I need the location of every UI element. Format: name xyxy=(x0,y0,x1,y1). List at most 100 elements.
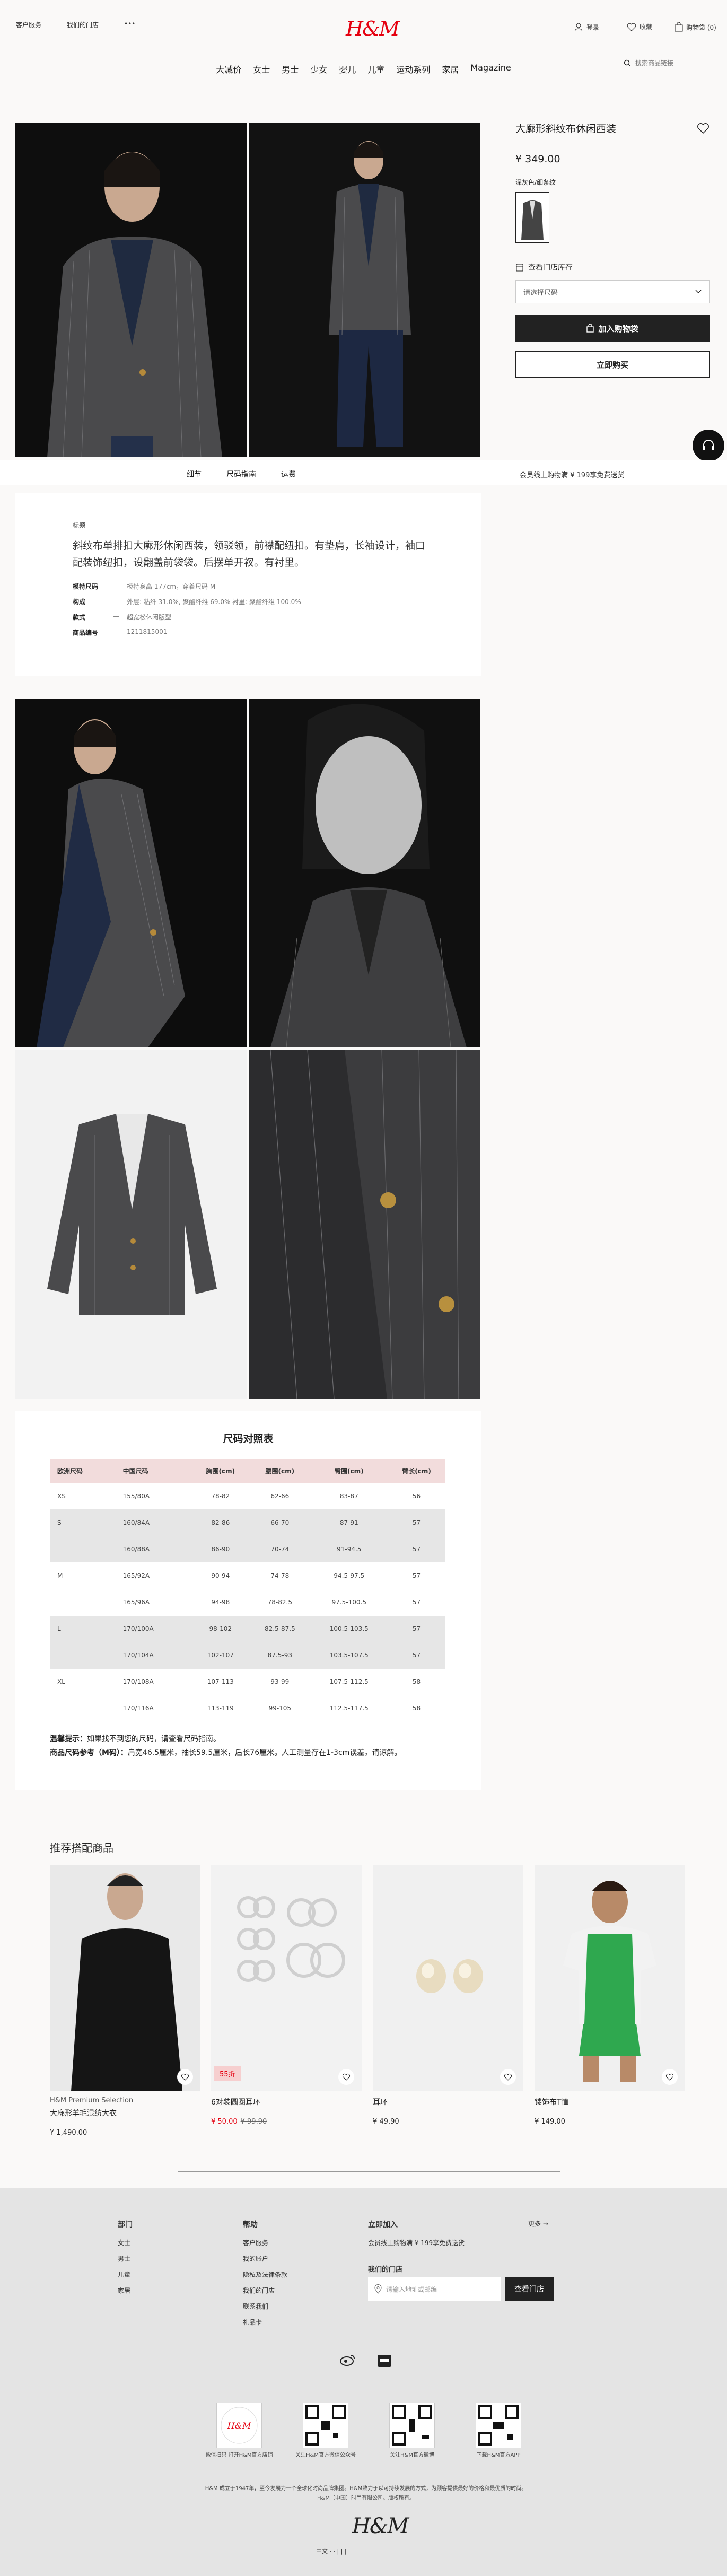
store-stock-link[interactable]: 查看门店库存 xyxy=(515,262,710,273)
flat-blazer-figure xyxy=(15,1050,247,1399)
footer-link[interactable]: 家居 xyxy=(118,2286,133,2295)
size-cell-arm: 58 xyxy=(412,1705,421,1712)
footer-link[interactable]: 客户服务 xyxy=(243,2238,287,2247)
find-store-button[interactable]: 查看门店 xyxy=(505,2277,554,2301)
footer-join: 立即加入 会员线上购物满 ¥ 199享免费送货 xyxy=(368,2221,465,2247)
weibo-icon[interactable] xyxy=(339,2354,355,2367)
product-image-2[interactable] xyxy=(249,123,480,457)
size-cell-eu xyxy=(50,1695,116,1722)
product-card[interactable]: 镂饰布T恤 ¥ 149.00 xyxy=(535,1865,685,2126)
product-card-image[interactable] xyxy=(50,1865,200,2091)
card-favorite-button[interactable] xyxy=(500,2069,516,2085)
app-store-icon[interactable] xyxy=(378,2355,391,2367)
product-image-3[interactable] xyxy=(15,699,247,1047)
nav-magazine[interactable]: Magazine xyxy=(470,63,511,78)
footer-link[interactable]: 我的账户 xyxy=(243,2254,287,2263)
footer-logo: H&M xyxy=(352,2514,409,2538)
location-pin-icon xyxy=(374,2284,382,2294)
product-card-image[interactable]: 55折 xyxy=(211,1865,362,2091)
size-cell-arm: 57 xyxy=(412,1599,421,1606)
our-stores-link[interactable]: 我们的门店 xyxy=(67,20,99,29)
footer-link[interactable]: 女士 xyxy=(118,2238,133,2247)
brand-logo[interactable]: H&M xyxy=(346,17,400,40)
nav-women[interactable]: 女士 xyxy=(253,63,270,78)
model-front-figure xyxy=(15,123,247,457)
swatch-thumbnail xyxy=(516,193,549,242)
description-label: 标题 xyxy=(73,522,86,529)
size-cell-cn: 165/92A xyxy=(122,1572,150,1579)
footer-link[interactable]: 联系我们 xyxy=(243,2302,287,2311)
favorites-link[interactable]: 收藏 xyxy=(627,22,652,31)
tab-details[interactable]: 细节 xyxy=(187,469,202,479)
qr-caption: 关注H&M官方微博 xyxy=(390,2452,434,2458)
product-card[interactable]: H&M Premium Selection 大廓形羊毛混纺大衣 ¥ 1,490.… xyxy=(50,1865,200,2137)
size-cell-arm: 58 xyxy=(412,1678,421,1686)
nav-sport[interactable]: 运动系列 xyxy=(396,63,430,78)
footer-departments: 部门 女士 男士 儿童 家居 xyxy=(118,2221,133,2295)
footer-link[interactable]: 礼品卡 xyxy=(243,2318,287,2327)
language-selector[interactable]: 中文 · · | | | xyxy=(316,2547,347,2555)
footer-link[interactable]: 隐私及法律条款 xyxy=(243,2270,287,2279)
tab-shipping[interactable]: 运费 xyxy=(281,469,296,479)
nav-kids[interactable]: 儿童 xyxy=(367,63,384,78)
search-input[interactable] xyxy=(635,59,715,67)
cart-label: 购物袋 (0) xyxy=(686,23,716,31)
size-row: M 165/92A 90-94 74-78 94.5-97.5 57 xyxy=(50,1562,445,1589)
size-cell-cn: 160/88A xyxy=(115,1536,192,1562)
size-cell-eu: S xyxy=(50,1509,116,1536)
size-cell-eu: XL xyxy=(57,1678,65,1686)
product-image-4[interactable] xyxy=(249,699,480,1047)
card-name[interactable]: 耳环 xyxy=(373,2097,523,2107)
footer-more-link[interactable]: 更多 → xyxy=(528,2219,548,2228)
nav-men[interactable]: 男士 xyxy=(282,63,299,78)
product-card[interactable]: 耳环 ¥ 49.90 xyxy=(373,1865,523,2126)
tab-size-guide[interactable]: 尺码指南 xyxy=(226,469,256,479)
card-name[interactable]: 大廓形羊毛混纺大衣 xyxy=(50,2108,200,2118)
card-favorite-button[interactable] xyxy=(177,2069,193,2085)
add-to-bag-button[interactable]: 加入购物袋 xyxy=(515,315,710,342)
product-image-1[interactable] xyxy=(15,123,247,457)
cart-link[interactable]: 购物袋 (0) xyxy=(675,22,716,32)
product-image-5[interactable] xyxy=(15,1050,247,1399)
store-search-field[interactable]: 请输入地址或邮编 xyxy=(368,2277,501,2301)
heart-icon xyxy=(181,2073,189,2081)
kid-tshirt-figure xyxy=(535,1865,685,2091)
card-favorite-button[interactable] xyxy=(338,2069,354,2085)
footer-link[interactable]: 男士 xyxy=(118,2254,133,2263)
join-text: 会员线上购物满 ¥ 199享免费送货 xyxy=(368,2239,465,2247)
product-card-image[interactable] xyxy=(373,1865,523,2091)
buy-now-button[interactable]: 立即购买 xyxy=(515,351,710,378)
nav-baby[interactable]: 婴儿 xyxy=(339,63,356,78)
spec-row: 款式 — 超宽松休闲版型 xyxy=(73,613,172,621)
card-name[interactable]: 镂饰布T恤 xyxy=(535,2097,685,2107)
product-card[interactable]: 55折 6对装圆圈耳环 ¥ 50.00 ¥ 99.90 xyxy=(211,1865,362,2126)
login-link[interactable]: 登录 xyxy=(574,22,599,32)
favorite-heart-icon[interactable] xyxy=(697,123,710,134)
size-row: XS 155/80A 78-82 62-66 83-87 56 xyxy=(50,1483,445,1509)
customer-chat-button[interactable] xyxy=(693,430,724,461)
buy-box: 大廓形斜纹布休闲西装 ¥ 349.00 深灰色/细条纹 查看门店库存 请选择尺码… xyxy=(515,121,710,378)
nav-teen[interactable]: 少女 xyxy=(310,63,327,78)
size-row: XL 170/108A 107-113 93-99 107.5-112.5 58 xyxy=(50,1669,445,1695)
nav-home[interactable]: 家居 xyxy=(442,63,459,78)
size-cell-hip: 97.5-100.5 xyxy=(331,1599,366,1606)
product-image-6[interactable] xyxy=(249,1050,480,1399)
recommend-title: 推荐搭配商品 xyxy=(50,1841,113,1854)
footer-link[interactable]: 儿童 xyxy=(118,2270,133,2279)
qr-weibo xyxy=(389,2403,435,2448)
footer-link[interactable]: 我们的门店 xyxy=(243,2286,287,2295)
size-select[interactable]: 请选择尺码 xyxy=(515,280,710,303)
detail-tab-bar: 细节 尺码指南 运费 会员线上购物满 ¥ 199享免费送货 xyxy=(0,460,727,485)
size-cell-waist: 82.5-87.5 xyxy=(249,1616,311,1642)
more-menu[interactable]: ••• xyxy=(124,20,135,28)
card-favorite-button[interactable] xyxy=(662,2069,678,2085)
nav-sale[interactable]: 大减价 xyxy=(216,63,241,78)
customer-service-link[interactable]: 客户服务 xyxy=(16,20,41,29)
search-bar[interactable] xyxy=(619,54,723,72)
card-name[interactable]: 6对装圆圈耳环 xyxy=(211,2097,362,2107)
color-swatch[interactable] xyxy=(515,192,549,243)
size-cell-cn: 165/96A xyxy=(122,1599,150,1606)
size-cell-hip: 91-94.5 xyxy=(310,1536,388,1562)
product-card-image[interactable] xyxy=(535,1865,685,2091)
size-chart-table: 欧洲尺码 中国尺码 胸围(cm) 腰围(cm) 臀围(cm) 臂长(cm) XS… xyxy=(50,1459,445,1722)
